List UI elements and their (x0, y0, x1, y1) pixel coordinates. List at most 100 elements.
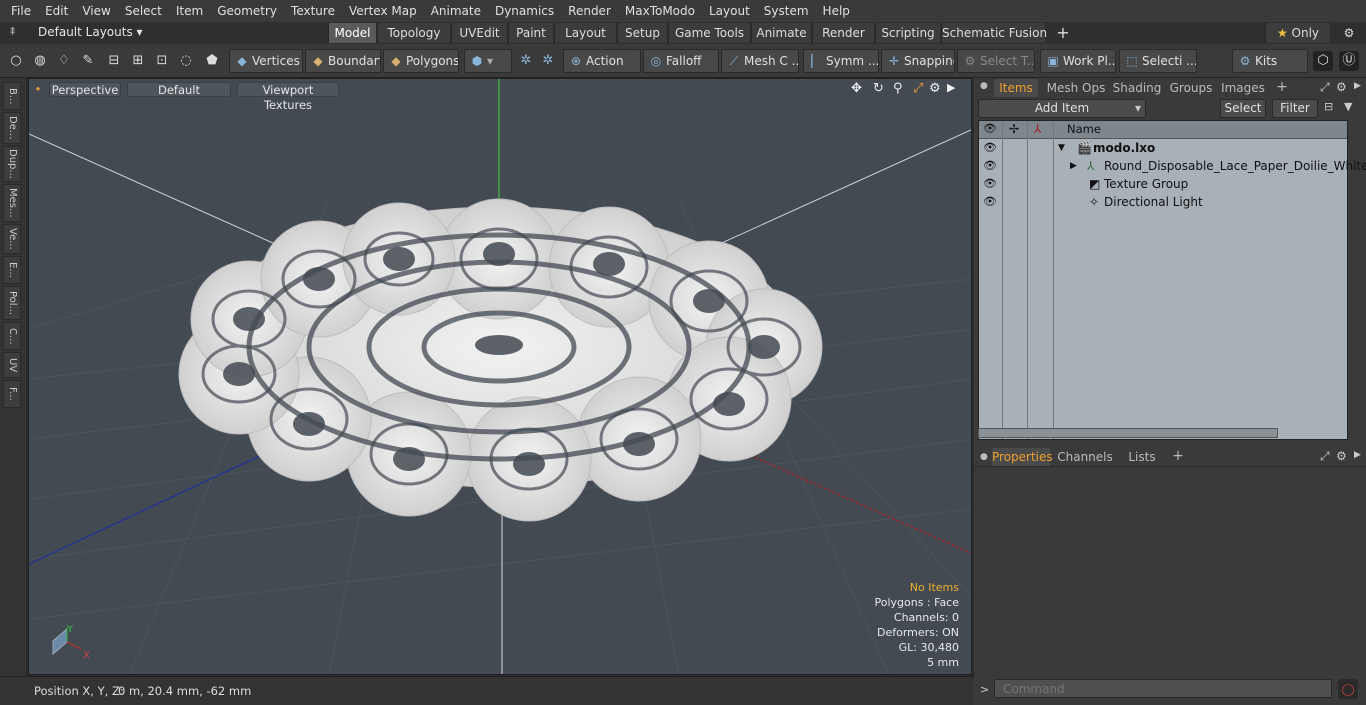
menu-item[interactable]: Item (169, 0, 210, 22)
panel-menu-dot[interactable]: ● (980, 81, 988, 91)
tab-lists[interactable]: Lists (1120, 448, 1164, 466)
strip-tab-edge[interactable]: E... (3, 256, 21, 284)
list-item[interactable]: 👁 ▼ 🎬 modo.lxo (979, 139, 1349, 157)
polygons-button[interactable]: ◆ Polygons (383, 49, 459, 73)
add-panel-tab[interactable]: + (1274, 78, 1290, 96)
properties-maximize-icon[interactable]: ⤢ (1320, 449, 1330, 464)
menu-select[interactable]: Select (118, 0, 169, 22)
command-input[interactable] (994, 679, 1332, 698)
pan-icon[interactable]: ✥ (851, 81, 862, 96)
tab-images[interactable]: Images (1220, 79, 1266, 97)
tab-topology[interactable]: Topology (377, 23, 450, 43)
maximize-icon[interactable]: ⤢ (913, 81, 923, 96)
tab-mesh-ops[interactable]: Mesh Ops (1044, 79, 1108, 97)
record-icon[interactable]: ◯ (1338, 679, 1358, 699)
tab-layout[interactable]: Layout (554, 23, 616, 43)
viewport-textures-button[interactable]: Viewport Textures (237, 82, 339, 112)
expand-arrow-icon[interactable]: ▼ (1058, 139, 1065, 157)
visibility-eye-icon[interactable]: 👁 (983, 139, 997, 157)
panel-expand-icon[interactable]: ▶ (1354, 81, 1361, 91)
funnel-icon[interactable]: ▼ (1344, 100, 1352, 113)
brush-icon[interactable]: ✎ (78, 51, 98, 71)
shading-default-button[interactable]: Default (127, 82, 231, 97)
strip-tab-curve[interactable]: C... (3, 322, 21, 350)
tab-animate[interactable]: Animate (751, 23, 811, 43)
layout-lock-icon[interactable]: ⇞ (8, 25, 17, 38)
horizontal-scrollbar[interactable] (978, 428, 1278, 438)
list-item[interactable]: 👁 ✧ Directional Light (979, 193, 1349, 211)
collapse-icon[interactable]: ⊟ (1324, 100, 1333, 113)
default-layouts-dropdown[interactable]: Default Layouts ▾ (38, 25, 143, 39)
zoom-icon[interactable]: ⚲ (893, 81, 903, 96)
tab-model[interactable]: Model (328, 23, 376, 43)
properties-menu-dot[interactable]: ● (980, 452, 988, 462)
strip-tab-vertex[interactable]: Ve... (3, 224, 21, 254)
only-button[interactable]: ★ Only (1265, 23, 1330, 43)
viewport-menu-dot[interactable]: • (34, 82, 42, 97)
mesh-constraint-button[interactable]: ⟋ Mesh C ... (721, 49, 799, 73)
strip-tab-uv[interactable]: UV (3, 352, 21, 378)
center-mode-icon[interactable]: ✲ (538, 51, 558, 71)
menu-maxtomodo[interactable]: MaxToModo (618, 0, 702, 22)
workplane-icon[interactable]: ⊟ (104, 51, 124, 71)
menu-edit[interactable]: Edit (38, 0, 75, 22)
tab-uvedit[interactable]: UVEdit (451, 23, 507, 43)
falloff-button[interactable]: ◎ Falloff (643, 49, 719, 73)
doily-mesh[interactable] (178, 198, 823, 522)
work-plane-button[interactable]: ▣ Work Pl... (1040, 49, 1116, 73)
menu-system[interactable]: System (757, 0, 816, 22)
action-button[interactable]: ⊕ Action (563, 49, 641, 73)
tab-scripting[interactable]: Scripting (875, 23, 940, 43)
perspective-button[interactable]: Perspective (49, 82, 121, 97)
unity-icon[interactable]: ⬡ (1313, 51, 1333, 71)
rotate-icon[interactable]: ↻ (873, 81, 884, 96)
globe-icon[interactable]: ◍ (30, 51, 50, 71)
menu-view[interactable]: View (75, 0, 117, 22)
layout-gear-icon[interactable]: ⚙ (1336, 23, 1362, 43)
circle-slash-icon[interactable]: ◌ (176, 51, 196, 71)
list-item[interactable]: 👁 ▶ ⅄ Round_Disposable_Lace_Paper_Doilie… (979, 157, 1366, 175)
tab-game-tools[interactable]: Game Tools (668, 23, 750, 43)
tab-groups[interactable]: Groups (1166, 79, 1216, 97)
filter-button[interactable]: Filter (1272, 99, 1318, 118)
menu-file[interactable]: File (4, 0, 38, 22)
shield-icon[interactable]: ⬟ (202, 51, 222, 71)
selection-sets-button[interactable]: ⬚ Selecti ... (1119, 49, 1197, 73)
visibility-eye-icon[interactable]: 👁 (983, 193, 997, 211)
menu-animate[interactable]: Animate (424, 0, 488, 22)
3d-viewport[interactable]: • Perspective Default Viewport Textures … (28, 78, 972, 675)
panel-maximize-icon[interactable]: ⤢ (1320, 80, 1330, 95)
circle-select-icon[interactable]: ○ (6, 51, 26, 71)
strip-tab-fusion[interactable]: F... (3, 380, 21, 408)
select-button[interactable]: Select (1220, 99, 1266, 118)
tab-schematic-fusion[interactable]: Schematic Fusion (941, 23, 1047, 43)
item-mode-button[interactable]: ⬢ ▾ (464, 49, 512, 73)
menu-render[interactable]: Render (561, 0, 618, 22)
add-item-button[interactable]: Add Item ▾ (978, 99, 1146, 118)
pen-icon[interactable]: ♢ (54, 51, 74, 71)
menu-vertex-map[interactable]: Vertex Map (342, 0, 424, 22)
visibility-eye-icon[interactable]: 👁 (983, 175, 997, 193)
properties-expand-icon[interactable]: ▶ (1354, 450, 1361, 460)
strip-tab-deform[interactable]: De... (3, 112, 21, 144)
unreal-icon[interactable]: Ⓤ (1339, 51, 1359, 71)
viewport-expand-icon[interactable]: ▶ (947, 81, 955, 94)
menu-texture[interactable]: Texture (284, 0, 342, 22)
viewport-scene[interactable] (29, 79, 972, 675)
tab-items[interactable]: Items (994, 79, 1038, 97)
visibility-eye-icon[interactable]: 👁 (983, 157, 997, 175)
select-through-button[interactable]: ⚙ Select T... (957, 49, 1035, 73)
tab-shading[interactable]: Shading (1112, 79, 1162, 97)
symmetry-button[interactable]: ▏ Symm ... (803, 49, 879, 73)
snapping-button[interactable]: ✛ Snapping (881, 49, 955, 73)
kits-button[interactable]: ⚙ Kits (1232, 49, 1308, 73)
vertices-button[interactable]: ◆ Vertices (229, 49, 303, 73)
properties-gear-icon[interactable]: ⚙ (1336, 449, 1347, 463)
menu-layout[interactable]: Layout (702, 0, 757, 22)
tab-channels[interactable]: Channels (1056, 448, 1114, 466)
tab-paint[interactable]: Paint (508, 23, 553, 43)
strip-tab-basic[interactable]: B... (3, 82, 21, 110)
center-icon[interactable]: ⊞ (128, 51, 148, 71)
square-target-icon[interactable]: ⊡ (152, 51, 172, 71)
viewport-gear-icon[interactable]: ⚙ (929, 81, 941, 96)
